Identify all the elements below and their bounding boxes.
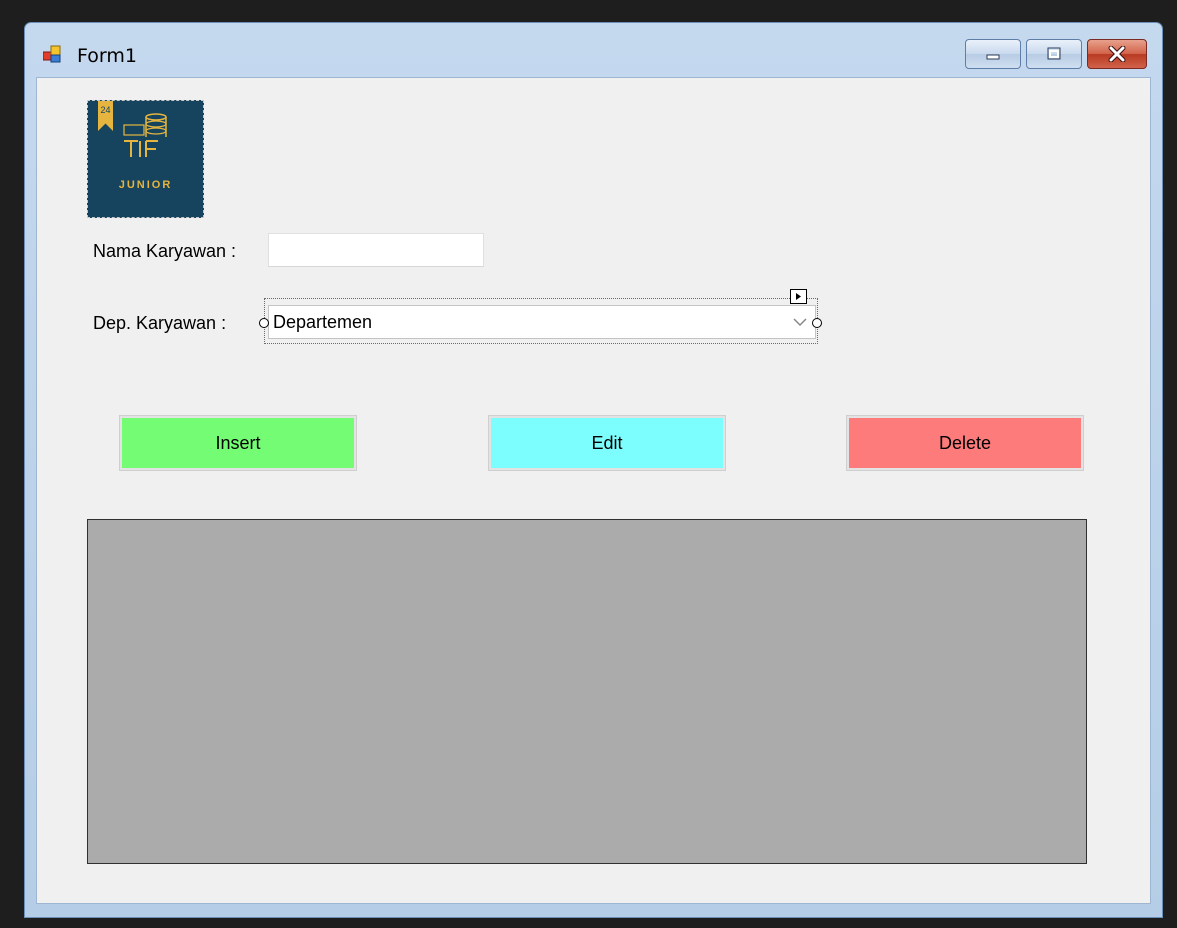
- edit-button[interactable]: Edit: [488, 415, 726, 471]
- play-arrow-icon: [796, 293, 801, 300]
- minimize-button[interactable]: [965, 39, 1021, 69]
- chevron-down-icon[interactable]: [791, 314, 809, 330]
- resize-handle-left[interactable]: [259, 318, 269, 328]
- form-client-area: 24 JUNIOR Nama Karyawan : Dep. Karyawan …: [36, 77, 1151, 904]
- nama-karyawan-label: Nama Karyawan :: [93, 241, 237, 261]
- maximize-button[interactable]: [1026, 39, 1082, 69]
- app-icon: [43, 45, 61, 63]
- combo-selected-value: Departemen: [273, 312, 373, 332]
- departemen-combobox[interactable]: Departemen: [268, 305, 816, 339]
- logo-word: JUNIOR: [118, 179, 173, 191]
- maximize-icon: [1047, 47, 1061, 60]
- window-title: Form1: [77, 45, 137, 67]
- resize-handle-right[interactable]: [812, 318, 822, 328]
- close-icon: [1108, 46, 1126, 62]
- close-button[interactable]: [1087, 39, 1147, 69]
- logo-badge: 24: [98, 101, 113, 131]
- delete-button[interactable]: Delete: [846, 415, 1084, 471]
- form-window: Form1 24 JUNIOR Nama Karyawan: Dep. Kar…: [24, 22, 1163, 918]
- nama-karyawan-input[interactable]: [268, 233, 484, 267]
- smart-tag-icon[interactable]: [790, 289, 807, 304]
- insert-button[interactable]: Insert: [119, 415, 357, 471]
- logo-emblem-icon: [123, 113, 167, 157]
- title-bar[interactable]: Form1: [25, 23, 1162, 77]
- data-grid-view[interactable]: [87, 519, 1087, 864]
- minimize-icon: [986, 54, 1000, 60]
- dep-karyawan-label: Dep. Karyawan :: [93, 313, 227, 333]
- logo-picturebox[interactable]: 24 JUNIOR: [87, 100, 204, 218]
